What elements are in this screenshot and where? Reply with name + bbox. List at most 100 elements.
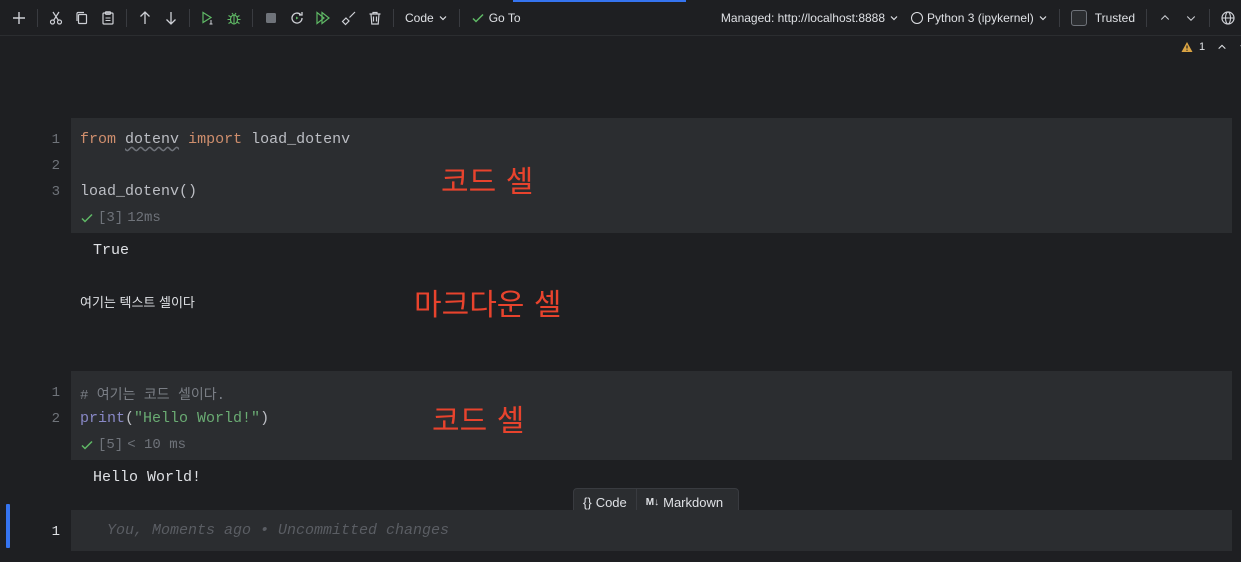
toolbar-separator bbox=[37, 8, 38, 27]
paste-cell-button[interactable] bbox=[95, 5, 121, 31]
execution-count: [5] bbox=[98, 437, 124, 453]
toolbar-separator bbox=[1146, 8, 1147, 27]
copy-icon bbox=[76, 11, 88, 24]
string-literal: "Hello World!" bbox=[134, 410, 261, 427]
scissors-icon bbox=[49, 11, 63, 25]
previous-cell-button[interactable] bbox=[1152, 5, 1178, 31]
inspection-widget[interactable]: 1 bbox=[1181, 41, 1241, 53]
bug-icon bbox=[227, 12, 241, 25]
trusted-checkbox[interactable] bbox=[1070, 9, 1087, 26]
checkmark-icon bbox=[472, 13, 484, 23]
execution-duration: 12ms bbox=[127, 210, 161, 226]
trash-icon bbox=[369, 11, 381, 25]
code-cell-active[interactable]: You, Moments ago • Uncommitted changes bbox=[71, 510, 1232, 551]
clear-outputs-button[interactable] bbox=[336, 5, 362, 31]
add-markdown-label: Markdown bbox=[663, 494, 724, 510]
chevron-down-icon bbox=[1186, 15, 1196, 21]
execution-info: [3] 12ms bbox=[80, 210, 161, 226]
markdown-icon: M↓ bbox=[645, 496, 660, 508]
globe-icon bbox=[1221, 10, 1235, 25]
code-cell[interactable]: # 여기는 코드 셀이다. print("Hello World!") [5] … bbox=[71, 371, 1232, 460]
toolbar-separator bbox=[189, 8, 190, 27]
notebook-toolbar: Code Go To Managed: http://localhost:888… bbox=[0, 0, 1241, 36]
braces-icon: {} bbox=[583, 494, 592, 510]
toolbar-separator bbox=[393, 8, 394, 27]
annotation-label: 마크다운 셀 bbox=[414, 288, 562, 323]
markdown-cell[interactable]: 여기는 텍스트 셀이다 bbox=[80, 292, 195, 311]
arrow-down-icon bbox=[166, 11, 176, 25]
plus-icon bbox=[13, 11, 25, 24]
code-line: print("Hello World!") bbox=[80, 410, 269, 427]
chevron-down-icon bbox=[890, 15, 898, 20]
line-number: 1 bbox=[51, 524, 60, 540]
add-cell-button[interactable] bbox=[6, 5, 32, 31]
run-all-button[interactable] bbox=[310, 5, 336, 31]
annotation-label: 코드 셀 bbox=[441, 165, 534, 200]
execution-duration: < 10 ms bbox=[127, 437, 187, 453]
paren: ) bbox=[260, 410, 270, 427]
toolbar-separator bbox=[1209, 8, 1210, 27]
execution-info: [5] < 10 ms bbox=[80, 437, 186, 453]
chevron-up-icon bbox=[1160, 14, 1170, 20]
next-cell-button[interactable] bbox=[1178, 5, 1204, 31]
interrupt-kernel-button[interactable] bbox=[258, 5, 284, 31]
delete-cell-button[interactable] bbox=[362, 5, 388, 31]
code-line: from dotenv import load_dotenv bbox=[80, 131, 350, 148]
goto-button[interactable]: Go To bbox=[465, 11, 527, 25]
line-number: 2 bbox=[51, 158, 60, 174]
keyword: from bbox=[80, 131, 117, 148]
run-cursor-icon bbox=[202, 10, 213, 24]
broom-icon bbox=[341, 11, 356, 25]
cell-type-label: Code bbox=[405, 10, 434, 25]
goto-label: Go To bbox=[488, 10, 521, 25]
run-cell-button[interactable] bbox=[195, 5, 221, 31]
arrow-up-icon bbox=[140, 10, 150, 24]
cut-cell-button[interactable] bbox=[43, 5, 69, 31]
checkmark-icon bbox=[81, 440, 93, 450]
open-in-browser-button[interactable] bbox=[1215, 5, 1241, 31]
move-cell-down-button[interactable] bbox=[158, 5, 184, 31]
clipboard-icon bbox=[102, 10, 114, 25]
code-comment: # 여기는 코드 셀이다. bbox=[80, 388, 226, 404]
trusted-label: Trusted bbox=[1094, 10, 1135, 25]
restart-kernel-button[interactable] bbox=[284, 5, 310, 31]
trusted-toggle[interactable]: Trusted bbox=[1065, 9, 1141, 26]
move-cell-up-button[interactable] bbox=[132, 5, 158, 31]
git-blame-hint: You, Moments ago • Uncommitted changes bbox=[107, 522, 450, 539]
code-line: load_dotenv() bbox=[80, 183, 198, 200]
cell-output: True bbox=[93, 242, 130, 259]
active-cell-marker bbox=[6, 504, 10, 548]
kernel-dropdown[interactable]: Python 3 (ipykernel) bbox=[905, 11, 1054, 25]
chevron-down-icon bbox=[439, 15, 447, 20]
run-all-icon bbox=[316, 10, 330, 25]
annotation-label: 코드 셀 bbox=[432, 404, 525, 439]
cell-output: Hello World! bbox=[93, 469, 202, 486]
line-number: 1 bbox=[51, 385, 60, 401]
debug-cell-button[interactable] bbox=[221, 5, 247, 31]
checkmark-icon bbox=[81, 213, 93, 223]
keyword: import bbox=[188, 131, 243, 148]
active-tab-indicator bbox=[513, 0, 686, 2]
restart-icon bbox=[291, 11, 303, 24]
module-name: dotenv bbox=[125, 131, 180, 148]
toolbar-separator bbox=[126, 8, 127, 27]
warning-icon bbox=[1181, 42, 1193, 52]
warning-count: 1 bbox=[1199, 41, 1206, 53]
imported-name: load_dotenv bbox=[251, 131, 351, 148]
stop-icon bbox=[266, 12, 276, 23]
kernel-status-icon bbox=[911, 11, 924, 24]
copy-cell-button[interactable] bbox=[69, 5, 95, 31]
line-number: 2 bbox=[51, 411, 60, 427]
chevron-up-icon[interactable] bbox=[1217, 42, 1227, 52]
toolbar-separator bbox=[1058, 8, 1060, 27]
add-code-label: Code bbox=[595, 494, 627, 510]
cell-type-dropdown[interactable]: Code bbox=[399, 11, 454, 25]
server-dropdown[interactable]: Managed: http://localhost:8888 bbox=[715, 11, 905, 25]
function-name: print bbox=[80, 410, 126, 427]
execution-count: [3] bbox=[98, 210, 124, 226]
chevron-down-icon bbox=[1039, 15, 1047, 20]
kernel-label: Python 3 (ipykernel) bbox=[927, 10, 1034, 25]
toolbar-separator bbox=[458, 8, 460, 27]
code-cell[interactable]: from dotenv import load_dotenv load_dote… bbox=[71, 118, 1232, 233]
line-number: 1 bbox=[51, 132, 60, 148]
